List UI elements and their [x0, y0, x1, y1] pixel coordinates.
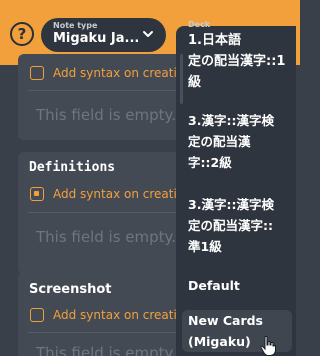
note-type-selector[interactable]: Note type Migaku Ja...	[41, 18, 166, 52]
field-title: Definitions	[29, 160, 116, 175]
chevron-down-icon	[143, 31, 153, 37]
deck-option[interactable]: 1.日本語 定の配当漢字::1 級	[188, 30, 292, 93]
syntax-checkbox[interactable]	[30, 66, 44, 80]
syntax-checkbox[interactable]	[30, 308, 44, 322]
note-type-label: Note type	[53, 21, 98, 30]
help-icon[interactable]: ?	[10, 22, 34, 46]
syntax-option[interactable]: Add syntax on creati	[30, 187, 177, 201]
syntax-checkbox[interactable]	[30, 187, 44, 201]
field-empty-text[interactable]: This field is empty...	[36, 106, 186, 124]
deck-option[interactable]: 3.漢字::漢字検 定の配当漢字:: 準1級	[188, 194, 292, 257]
divider	[28, 90, 188, 91]
note-type-value: Migaku Ja...	[53, 31, 140, 46]
divider	[28, 332, 188, 333]
field-panel-definitions: Definitions Add syntax on creati This fi…	[18, 152, 198, 274]
divider	[28, 212, 188, 213]
syntax-option[interactable]: Add syntax on creati	[30, 66, 177, 80]
deck-option[interactable]: Default	[188, 275, 292, 296]
dropdown-scrollbar[interactable]	[179, 54, 185, 104]
syntax-label: Add syntax on creati	[53, 66, 177, 80]
field-empty-text[interactable]: This field is empty...	[36, 228, 186, 246]
field-panel: Add syntax on creati This field is empty…	[18, 54, 198, 140]
syntax-label: Add syntax on creati	[53, 308, 177, 322]
syntax-option[interactable]: Add syntax on creati	[30, 308, 177, 322]
field-empty-text[interactable]: This field is empty...	[36, 344, 186, 356]
field-title: Screenshot	[29, 282, 112, 297]
deck-dropdown[interactable]: 1.日本語 定の配当漢字::1 級 3.漢字::漢字検 定の配当漢 字::2級 …	[176, 26, 296, 356]
deck-option[interactable]: 3.漢字::漢字検 定の配当漢 字::2級	[188, 110, 292, 173]
syntax-label: Add syntax on creati	[53, 187, 177, 201]
field-panel-screenshot: Screenshot Add syntax on creati This fie…	[18, 272, 198, 356]
hand-cursor-icon	[260, 336, 276, 356]
deck-label: Deck	[188, 20, 211, 29]
